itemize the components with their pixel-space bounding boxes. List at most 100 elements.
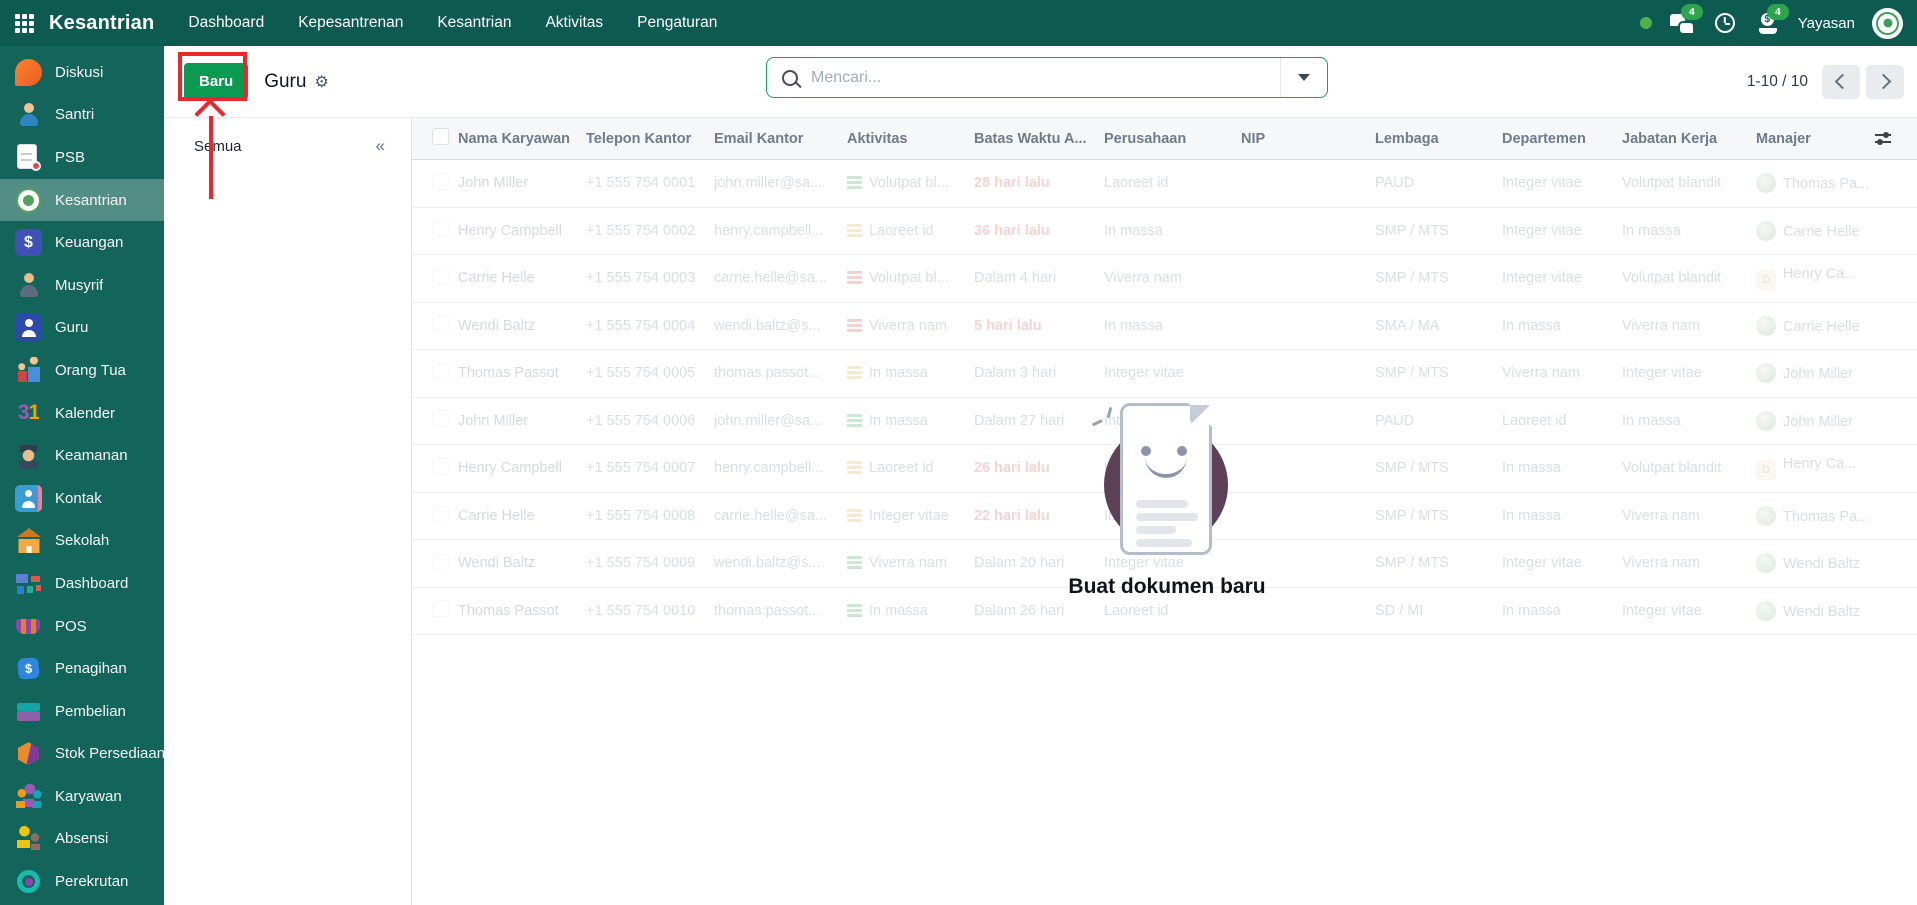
column-header-nama-karyawan[interactable]: Nama Karyawan [458, 131, 586, 147]
row-checkbox[interactable] [432, 220, 449, 237]
table-row[interactable]: Wendi Baltz+1 555 754 0004wendi.baltz@s.… [412, 303, 1917, 351]
column-header-perusahaan[interactable]: Perusahaan [1104, 131, 1241, 147]
column-header-batas-waktu-a[interactable]: Batas Waktu A... [974, 131, 1104, 147]
cell-manajer: John Miller [1756, 363, 1875, 383]
sidebar-item-karyawan[interactable]: Karyawan [0, 775, 164, 818]
nav-menu-kesantrian[interactable]: Kesantrian [437, 14, 511, 32]
search-filters-toggle[interactable] [1280, 58, 1327, 97]
cell-work-email: thomas.passot... [714, 603, 847, 619]
company-name[interactable]: Yayasan [1798, 15, 1855, 32]
row-checkbox[interactable] [432, 268, 449, 285]
table-row[interactable]: Carrie Helle+1 555 754 0003carrie.helle@… [412, 255, 1917, 303]
sidebar-item-psb[interactable]: PSB [0, 136, 164, 179]
sidebar-item-label: Keamanan [55, 447, 128, 464]
column-header-jabatan-kerja[interactable]: Jabatan Kerja [1622, 131, 1756, 147]
column-header-email-kantor[interactable]: Email Kantor [714, 131, 847, 147]
messages-button[interactable]: 4 [1669, 10, 1695, 36]
cell-work-email: john.miller@sa... [714, 413, 847, 429]
pager-previous-button[interactable] [1822, 65, 1860, 99]
filter-group-all[interactable]: Semua [194, 138, 242, 155]
sidebar-item-pembelian[interactable]: Pembelian [0, 690, 164, 733]
cell-work-phone: +1 555 754 0008 [586, 508, 714, 524]
sidebar-item-label: Dashboard [55, 575, 128, 592]
collapse-panel-icon[interactable]: « [376, 136, 385, 156]
row-checkbox[interactable] [432, 553, 449, 570]
select-all-checkbox[interactable] [432, 128, 449, 145]
column-header-manajer[interactable]: Manajer [1756, 131, 1875, 147]
optional-columns-icon[interactable] [1875, 134, 1909, 143]
row-checkbox[interactable] [432, 363, 449, 380]
sidebar-item-stok-persediaan[interactable]: Stok Persediaan [0, 733, 164, 776]
table-row[interactable]: John Miller+1 555 754 0001john.miller@sa… [412, 160, 1917, 208]
column-header-lembaga[interactable]: Lembaga [1375, 131, 1502, 147]
cell-jabatan-kerja: Viverra nam [1622, 508, 1756, 524]
sidebar-item-kesantrian[interactable]: Kesantrian [0, 179, 164, 222]
column-header-telepon-kantor[interactable]: Telepon Kantor [586, 131, 714, 147]
activity-list-icon [847, 271, 862, 284]
sidebar-item-keamanan[interactable]: Keamanan [0, 434, 164, 477]
sidebar-item-orang-tua[interactable]: Orang Tua [0, 349, 164, 392]
cell-work-phone: +1 555 754 0010 [586, 603, 714, 619]
sidebar-item-santri[interactable]: Santri [0, 94, 164, 137]
payroll-requests-button[interactable]: 4 [1755, 10, 1781, 36]
row-select-cell [412, 315, 458, 336]
sidebar-item-penagihan[interactable]: Penagihan [0, 647, 164, 690]
sidebar-item-keuangan[interactable]: Keuangan [0, 221, 164, 264]
gear-icon[interactable]: ⚙ [314, 72, 328, 92]
nav-menu-dashboard[interactable]: Dashboard [188, 14, 264, 32]
column-header-aktivitas[interactable]: Aktivitas [847, 131, 974, 147]
nav-menu-pengaturan[interactable]: Pengaturan [637, 14, 717, 32]
sidebar-item-label: Kalender [55, 405, 115, 422]
sidebar-item-musyrif[interactable]: Musyrif [0, 264, 164, 307]
pager-next-button[interactable] [1866, 65, 1904, 99]
user-avatar[interactable] [1872, 8, 1903, 39]
sidebar-item-kontak[interactable]: Kontak [0, 477, 164, 520]
activity-label: Integer vitae [869, 508, 949, 524]
sidebar-item-label: Santri [55, 106, 94, 123]
sidebar-item-guru[interactable]: Guru [0, 307, 164, 350]
sidebar-item-kalender[interactable]: Kalender [0, 392, 164, 435]
row-checkbox[interactable] [432, 600, 449, 617]
table-row[interactable]: Henry Campbell+1 555 754 0002henry.campb… [412, 208, 1917, 256]
sidebar-item-pos[interactable]: POS [0, 605, 164, 648]
activities-clock-button[interactable] [1712, 10, 1738, 36]
sidebar-item-label: Karyawan [55, 788, 122, 805]
brand-title[interactable]: Kesantrian [49, 12, 154, 35]
cell-company: Viverra nam [1104, 270, 1241, 286]
new-record-button[interactable]: Baru [184, 63, 248, 100]
table-row[interactable]: Thomas Passot+1 555 754 0005thomas.passo… [412, 350, 1917, 398]
stok-icon [15, 740, 42, 767]
column-header-departemen[interactable]: Departemen [1502, 131, 1622, 147]
nav-menu-aktivitas[interactable]: Aktivitas [545, 14, 603, 32]
cell-lembaga: SMP / MTS [1375, 270, 1502, 286]
sidebar-item-label: Diskusi [55, 64, 103, 81]
cell-manajer: DHenry Ca... [1756, 266, 1875, 290]
activity-label: Volutpat bl... [869, 270, 949, 286]
sidebar-item-sekolah[interactable]: Sekolah [0, 520, 164, 563]
cell-work-phone: +1 555 754 0004 [586, 318, 714, 334]
cell-employee-name: Henry Campbell [458, 460, 586, 476]
sparkle-icon [1107, 407, 1112, 418]
row-checkbox[interactable] [432, 410, 449, 427]
sidebar-item-diskusi[interactable]: Diskusi [0, 51, 164, 94]
sidebar-item-absensi[interactable]: Absensi [0, 818, 164, 861]
sidebar-item-dashboard[interactable]: Dashboard [0, 562, 164, 605]
row-checkbox[interactable] [432, 505, 449, 522]
keamanan-icon [15, 442, 42, 469]
kontak-icon [15, 485, 42, 512]
row-checkbox[interactable] [432, 173, 449, 190]
row-checkbox[interactable] [432, 458, 449, 475]
navbar-right: 4 4 Yayasan [1640, 8, 1917, 39]
cell-jabatan-kerja: In massa [1622, 223, 1756, 239]
column-header-nip[interactable]: NIP [1241, 131, 1375, 147]
cell-work-phone: +1 555 754 0003 [586, 270, 714, 286]
row-checkbox[interactable] [432, 315, 449, 332]
manager-name: Wendi Baltz [1783, 556, 1860, 572]
activities-badge: 4 [1767, 4, 1789, 20]
search-bar[interactable]: Mencari... [766, 57, 1328, 98]
apps-grid-icon[interactable] [14, 13, 35, 34]
sidebar-item-label: Keuangan [55, 234, 123, 251]
nav-menu-kepesantrenan[interactable]: Kepesantrenan [298, 14, 403, 32]
activity-list-icon [847, 414, 862, 427]
sidebar-item-perekrutan[interactable]: Perekrutan [0, 860, 164, 903]
